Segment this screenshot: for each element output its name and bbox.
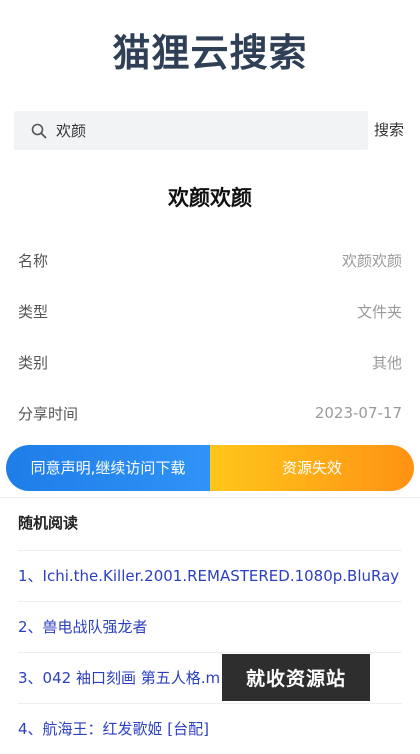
resource-title: 欢颜欢颜: [168, 186, 252, 210]
action-bar: 同意声明,继续访问下载 资源失效: [6, 445, 414, 491]
watermark-badge: 就收资源站: [222, 654, 370, 701]
detail-label: 类别: [18, 353, 49, 372]
detail-value: 欢颜欢颜: [341, 251, 402, 270]
detail-value: 其他: [371, 353, 402, 372]
detail-value: 2023-07-17: [314, 404, 402, 422]
detail-row-category: 类别 其他: [18, 337, 402, 387]
random-reading-heading: 随机阅读: [18, 514, 79, 532]
resource-invalid-button[interactable]: 资源失效: [210, 445, 414, 491]
detail-row-share-time: 分享时间 2023-07-17: [18, 388, 402, 438]
search-box[interactable]: [14, 111, 368, 150]
search-button[interactable]: 搜索: [374, 111, 404, 150]
section-divider: [0, 497, 420, 498]
random-item-1[interactable]: 1、Ichi.the.Killer.2001.REMASTERED.1080p.…: [18, 551, 402, 601]
agree-continue-button[interactable]: 同意声明,继续访问下载: [6, 445, 210, 491]
detail-value: 文件夹: [356, 302, 402, 321]
random-item-4[interactable]: 4、航海王：红发歌姬 [台配]: [18, 704, 402, 754]
detail-row-type: 类型 文件夹: [18, 286, 402, 336]
random-item-2[interactable]: 2、兽电战队强龙者: [18, 602, 402, 652]
detail-label: 类型: [18, 302, 49, 321]
detail-label: 名称: [18, 251, 49, 270]
search-input[interactable]: [54, 111, 356, 150]
app-title: 猫狸云搜索: [112, 31, 308, 75]
detail-label: 分享时间: [18, 404, 79, 423]
detail-row-name: 名称 欢颜欢颜: [18, 235, 402, 285]
search-icon: [24, 111, 54, 150]
